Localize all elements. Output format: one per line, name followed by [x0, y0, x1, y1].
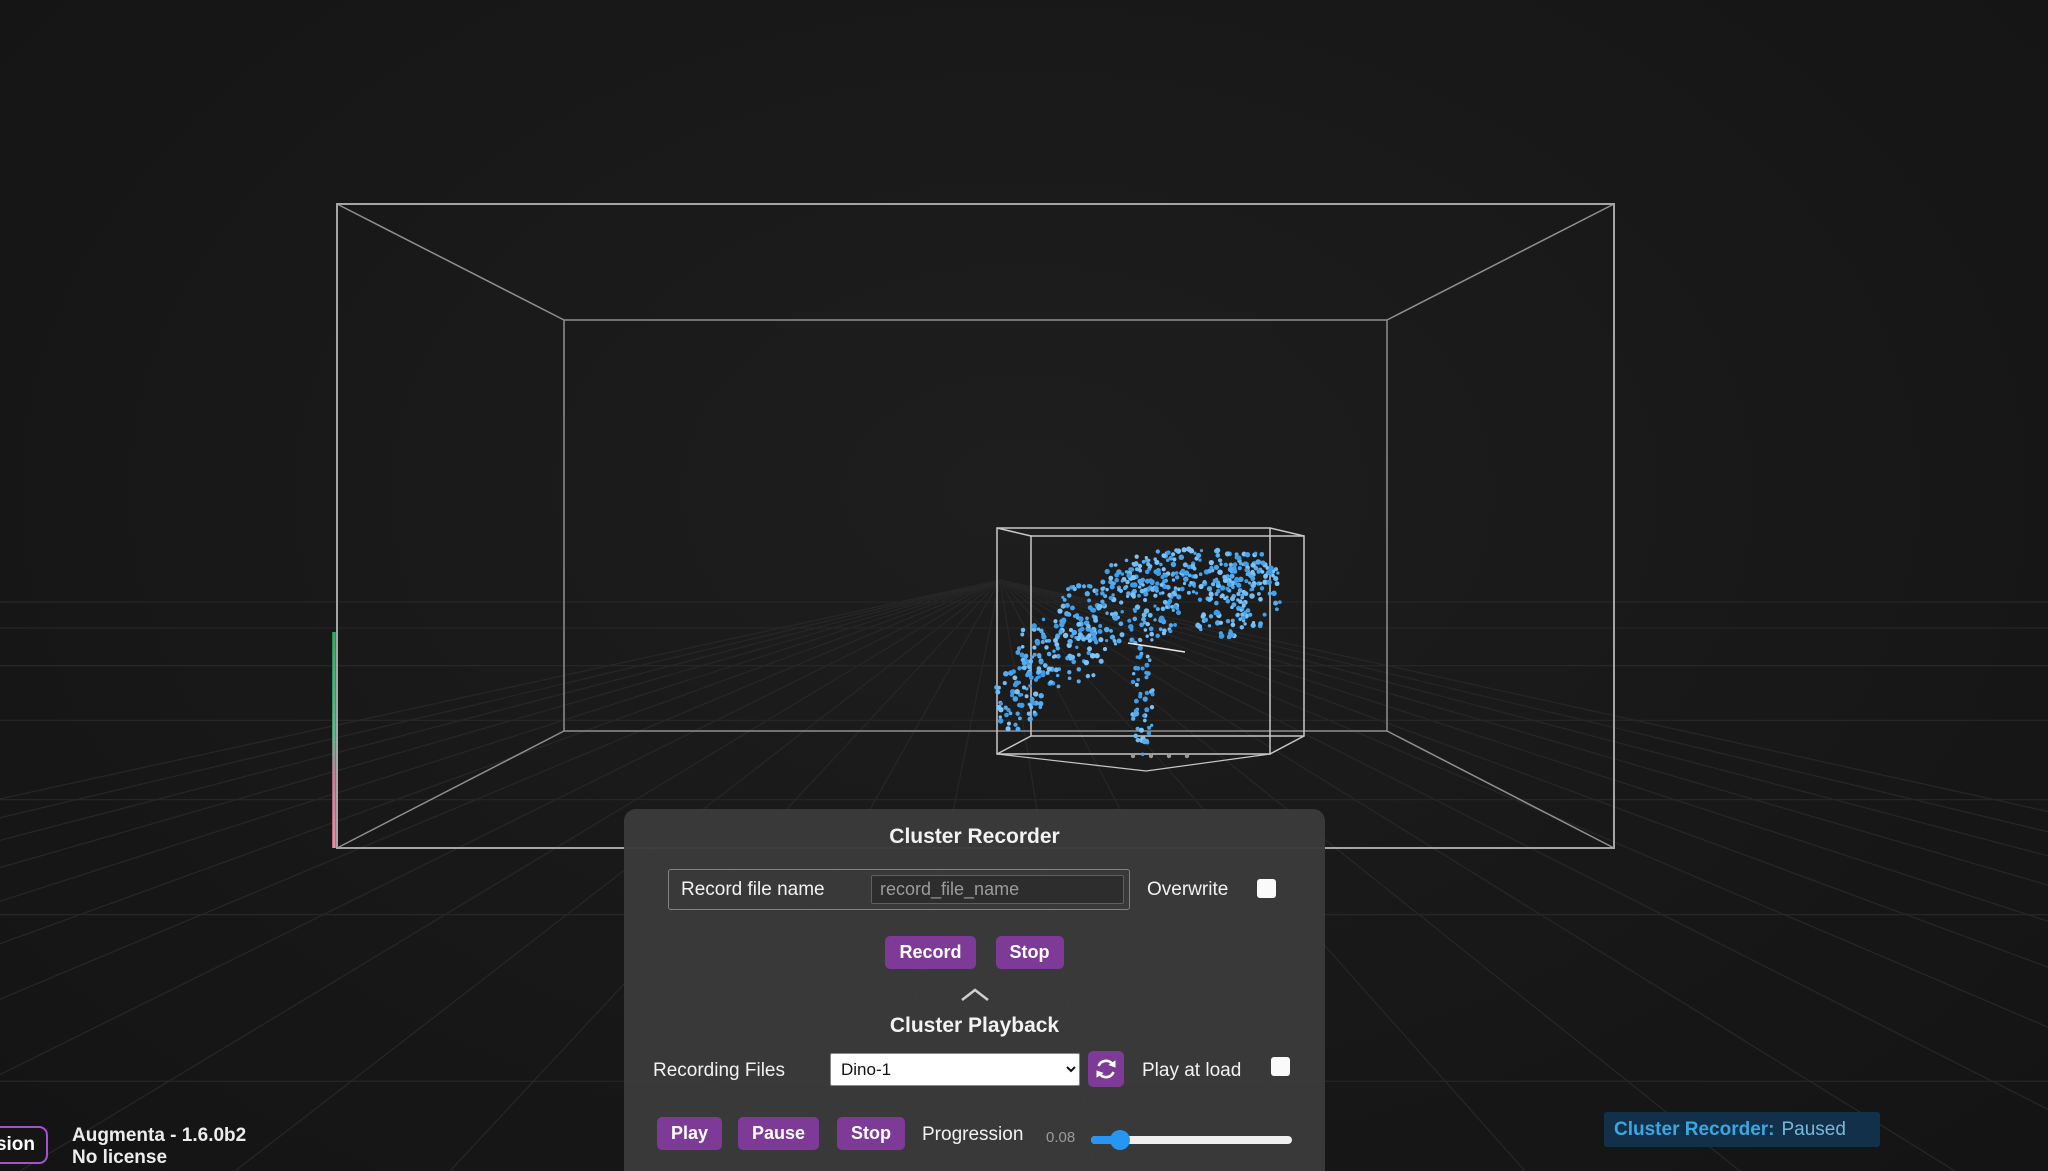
playback-stop-button[interactable]: Stop: [837, 1117, 905, 1150]
record-stop-button[interactable]: Stop: [996, 936, 1064, 969]
app-version-block: Augmenta - 1.6.0b2 No license: [72, 1125, 246, 1169]
orientation-marker: [1128, 643, 1185, 652]
license-status: No license: [72, 1147, 246, 1169]
progression-slider[interactable]: [1091, 1136, 1292, 1144]
progression-slider-thumb[interactable]: [1110, 1130, 1130, 1150]
play-at-load-label: Play at load: [1142, 1060, 1241, 1082]
overwrite-label: Overwrite: [1147, 879, 1228, 901]
record-file-label: Record file name: [681, 879, 825, 901]
play-at-load-checkbox[interactable]: [1271, 1057, 1290, 1076]
record-file-input[interactable]: [871, 875, 1124, 904]
recorder-status-value: Paused: [1782, 1119, 1846, 1141]
fusion-badge-label: sion: [0, 1134, 35, 1156]
refresh-icon: [1094, 1057, 1118, 1081]
play-button[interactable]: Play: [657, 1117, 722, 1150]
app-version: Augmenta - 1.6.0b2: [72, 1125, 246, 1147]
record-controls: Record Stop: [624, 936, 1325, 969]
pause-button[interactable]: Pause: [738, 1117, 819, 1150]
cluster-playback-title: Cluster Playback: [624, 1014, 1325, 1038]
recording-files-select[interactable]: Dino-1: [830, 1053, 1080, 1086]
progression-value: 0.08: [1046, 1129, 1075, 1146]
collapse-chevron[interactable]: [624, 986, 1325, 1004]
progression-label: Progression: [922, 1124, 1023, 1146]
overwrite-checkbox[interactable]: [1257, 879, 1276, 898]
recorder-status-label: Cluster Recorder:: [1614, 1119, 1775, 1141]
recorder-status-bar: Cluster Recorder: Paused: [1604, 1112, 1880, 1147]
cluster-recorder-panel: Cluster Recorder Record file name Overwr…: [624, 809, 1325, 1171]
fusion-badge[interactable]: sion: [0, 1126, 48, 1164]
record-button[interactable]: Record: [885, 936, 975, 969]
recording-files-label: Recording Files: [653, 1060, 785, 1082]
record-file-group: Record file name: [668, 869, 1130, 910]
refresh-button[interactable]: [1088, 1051, 1124, 1087]
cluster-recorder-title: Cluster Recorder: [624, 825, 1325, 849]
app-window: Cluster Recorder Record file name Overwr…: [0, 0, 2048, 1171]
chevron-up-icon: [958, 986, 992, 1004]
